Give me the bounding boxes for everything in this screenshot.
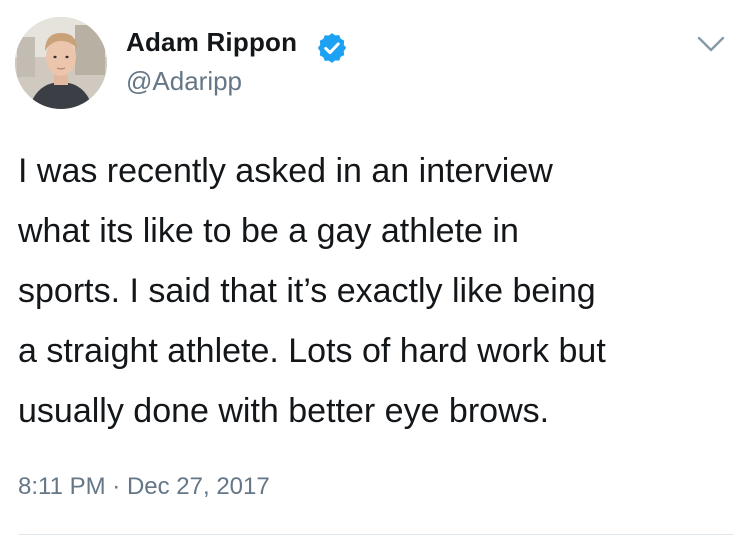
tweet-text-line: what its like to be a gay athlete in	[18, 212, 519, 250]
tweet-text-line: sports. I said that it’s exactly like be…	[18, 272, 596, 310]
chevron-down-icon[interactable]	[695, 33, 727, 57]
tweet-text-line: usually done with better eye brows.	[18, 392, 550, 430]
tweet-text-line: a straight athlete. Lots of hard work bu…	[18, 332, 606, 370]
tweet-timestamp[interactable]: 8:11 PM · Dec 27, 2017	[18, 473, 270, 501]
avatar[interactable]	[15, 17, 107, 109]
tweet-time: 8:11 PM	[18, 473, 106, 500]
divider	[18, 534, 734, 535]
user-handle[interactable]: @Adaripp	[126, 66, 242, 97]
tweet-text-line: I was recently asked in an interview	[18, 152, 553, 190]
avatar-image	[15, 17, 107, 109]
tweet-text: I was recently asked in an interview wha…	[18, 141, 730, 441]
meta-separator: ·	[112, 473, 121, 500]
tweet-date: Dec 27, 2017	[126, 473, 270, 500]
display-name[interactable]: Adam Rippon	[126, 27, 297, 58]
verified-badge-icon	[317, 33, 347, 63]
tweet-card: Adam Rippon @Adaripp I was recently aske…	[0, 0, 734, 540]
